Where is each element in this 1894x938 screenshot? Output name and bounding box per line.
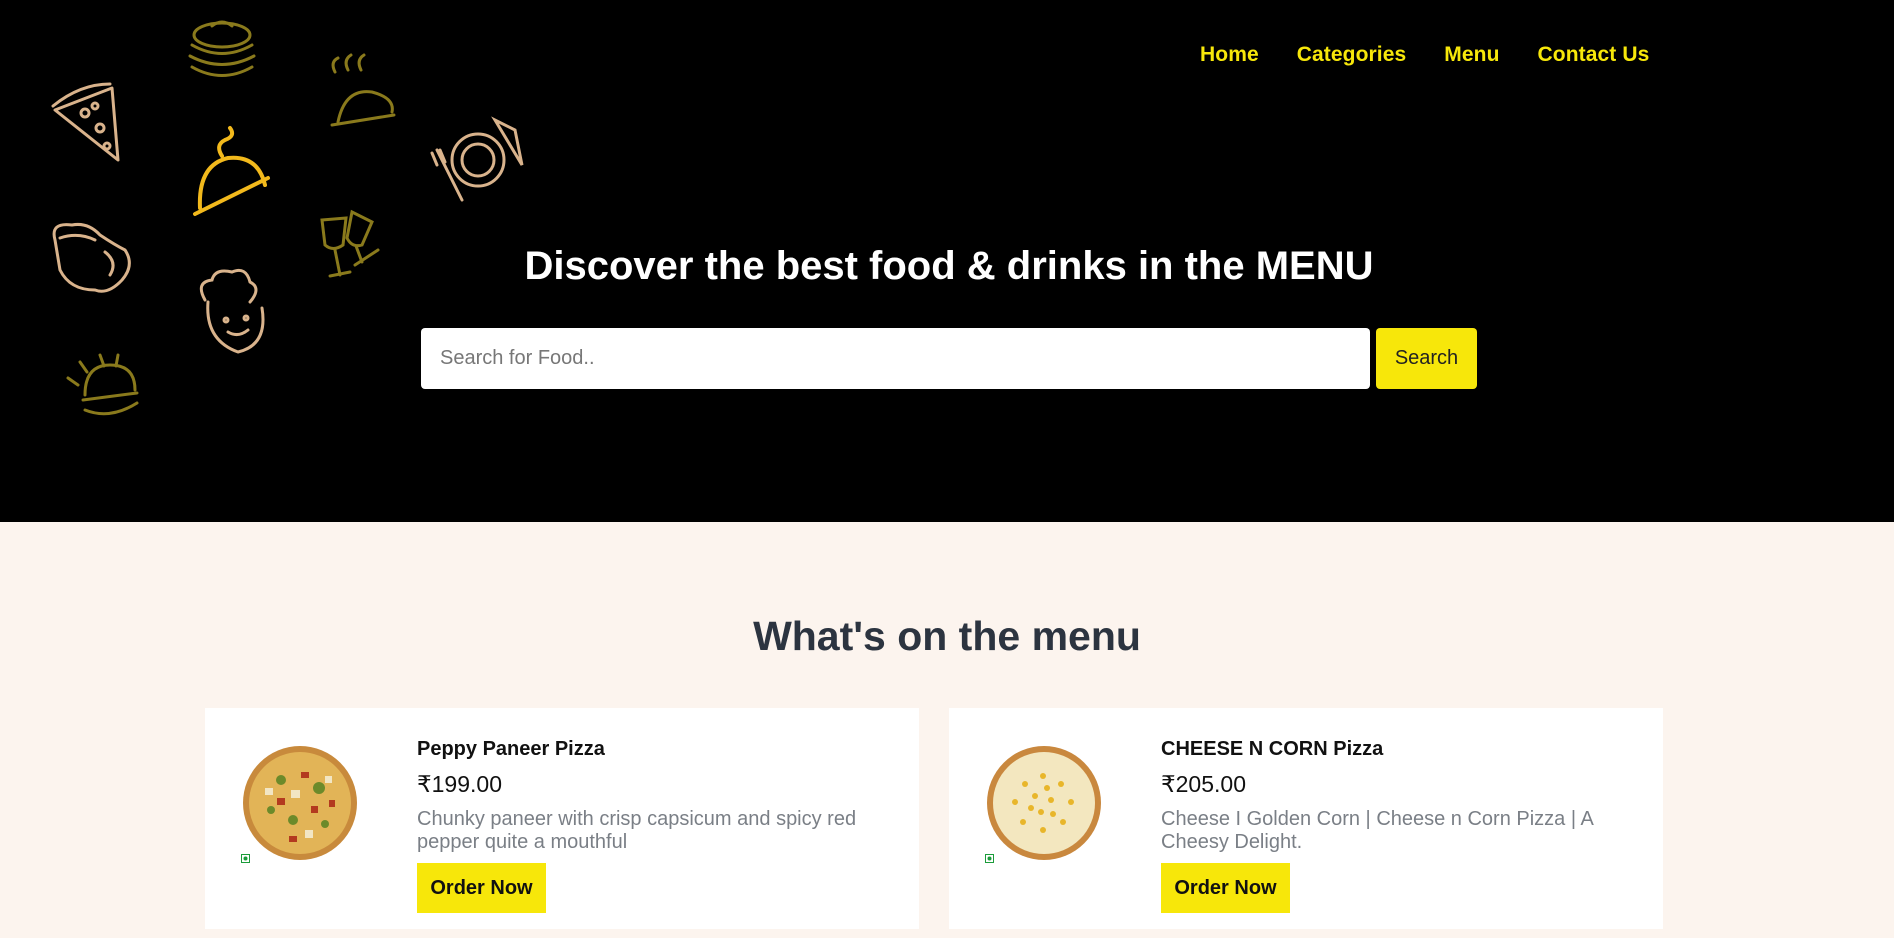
- order-now-button[interactable]: Order Now: [1161, 863, 1290, 913]
- menu-item-price: ₹199.00: [417, 771, 502, 797]
- pizza-slice-icon: [51, 82, 120, 162]
- menu-item-name: CHEESE N CORN Pizza: [1161, 738, 1384, 760]
- nav-menu-link[interactable]: Menu: [1444, 43, 1499, 67]
- menu-card: CHEESE N CORN Pizza ₹205.00 Cheese I Gol…: [949, 708, 1663, 929]
- hero-title: Discover the best food & drinks in the M…: [0, 244, 1894, 289]
- hero-section: Home Categories Menu Contact Us Discover…: [0, 0, 1894, 522]
- nav-home-link[interactable]: Home: [1200, 43, 1259, 67]
- hero-title-text: Discover the best food & drinks in the M…: [524, 244, 1374, 288]
- menu-item-description: Chunky paneer with crisp capsicum and sp…: [417, 808, 857, 853]
- veg-indicator-icon: [985, 854, 994, 863]
- cloche-icon: [330, 53, 396, 127]
- order-now-button[interactable]: Order Now: [417, 863, 546, 913]
- menu-item-price: ₹205.00: [1161, 771, 1246, 797]
- plate-cutlery-icon: [430, 116, 524, 202]
- nav-categories-link[interactable]: Categories: [1297, 43, 1407, 67]
- nav-contact-link[interactable]: Contact Us: [1538, 43, 1650, 67]
- pizza-image: [987, 746, 1101, 860]
- veg-indicator-icon: [241, 854, 250, 863]
- search-button[interactable]: Search: [1376, 328, 1477, 389]
- search-input[interactable]: [421, 328, 1370, 389]
- burger-icon: [66, 353, 139, 416]
- serving-cloche-icon: [193, 126, 270, 216]
- menu-card: Peppy Paneer Pizza ₹199.00 Chunky paneer…: [205, 708, 919, 929]
- top-nav: Home Categories Menu Contact Us: [1200, 43, 1687, 67]
- menu-section-title: What's on the menu: [753, 613, 1141, 659]
- menu-item-description: Cheese I Golden Corn | Cheese n Corn Piz…: [1161, 808, 1593, 853]
- pizza-image: [243, 746, 357, 860]
- menu-item-name: Peppy Paneer Pizza: [417, 738, 605, 760]
- pancakes-icon: [188, 20, 256, 77]
